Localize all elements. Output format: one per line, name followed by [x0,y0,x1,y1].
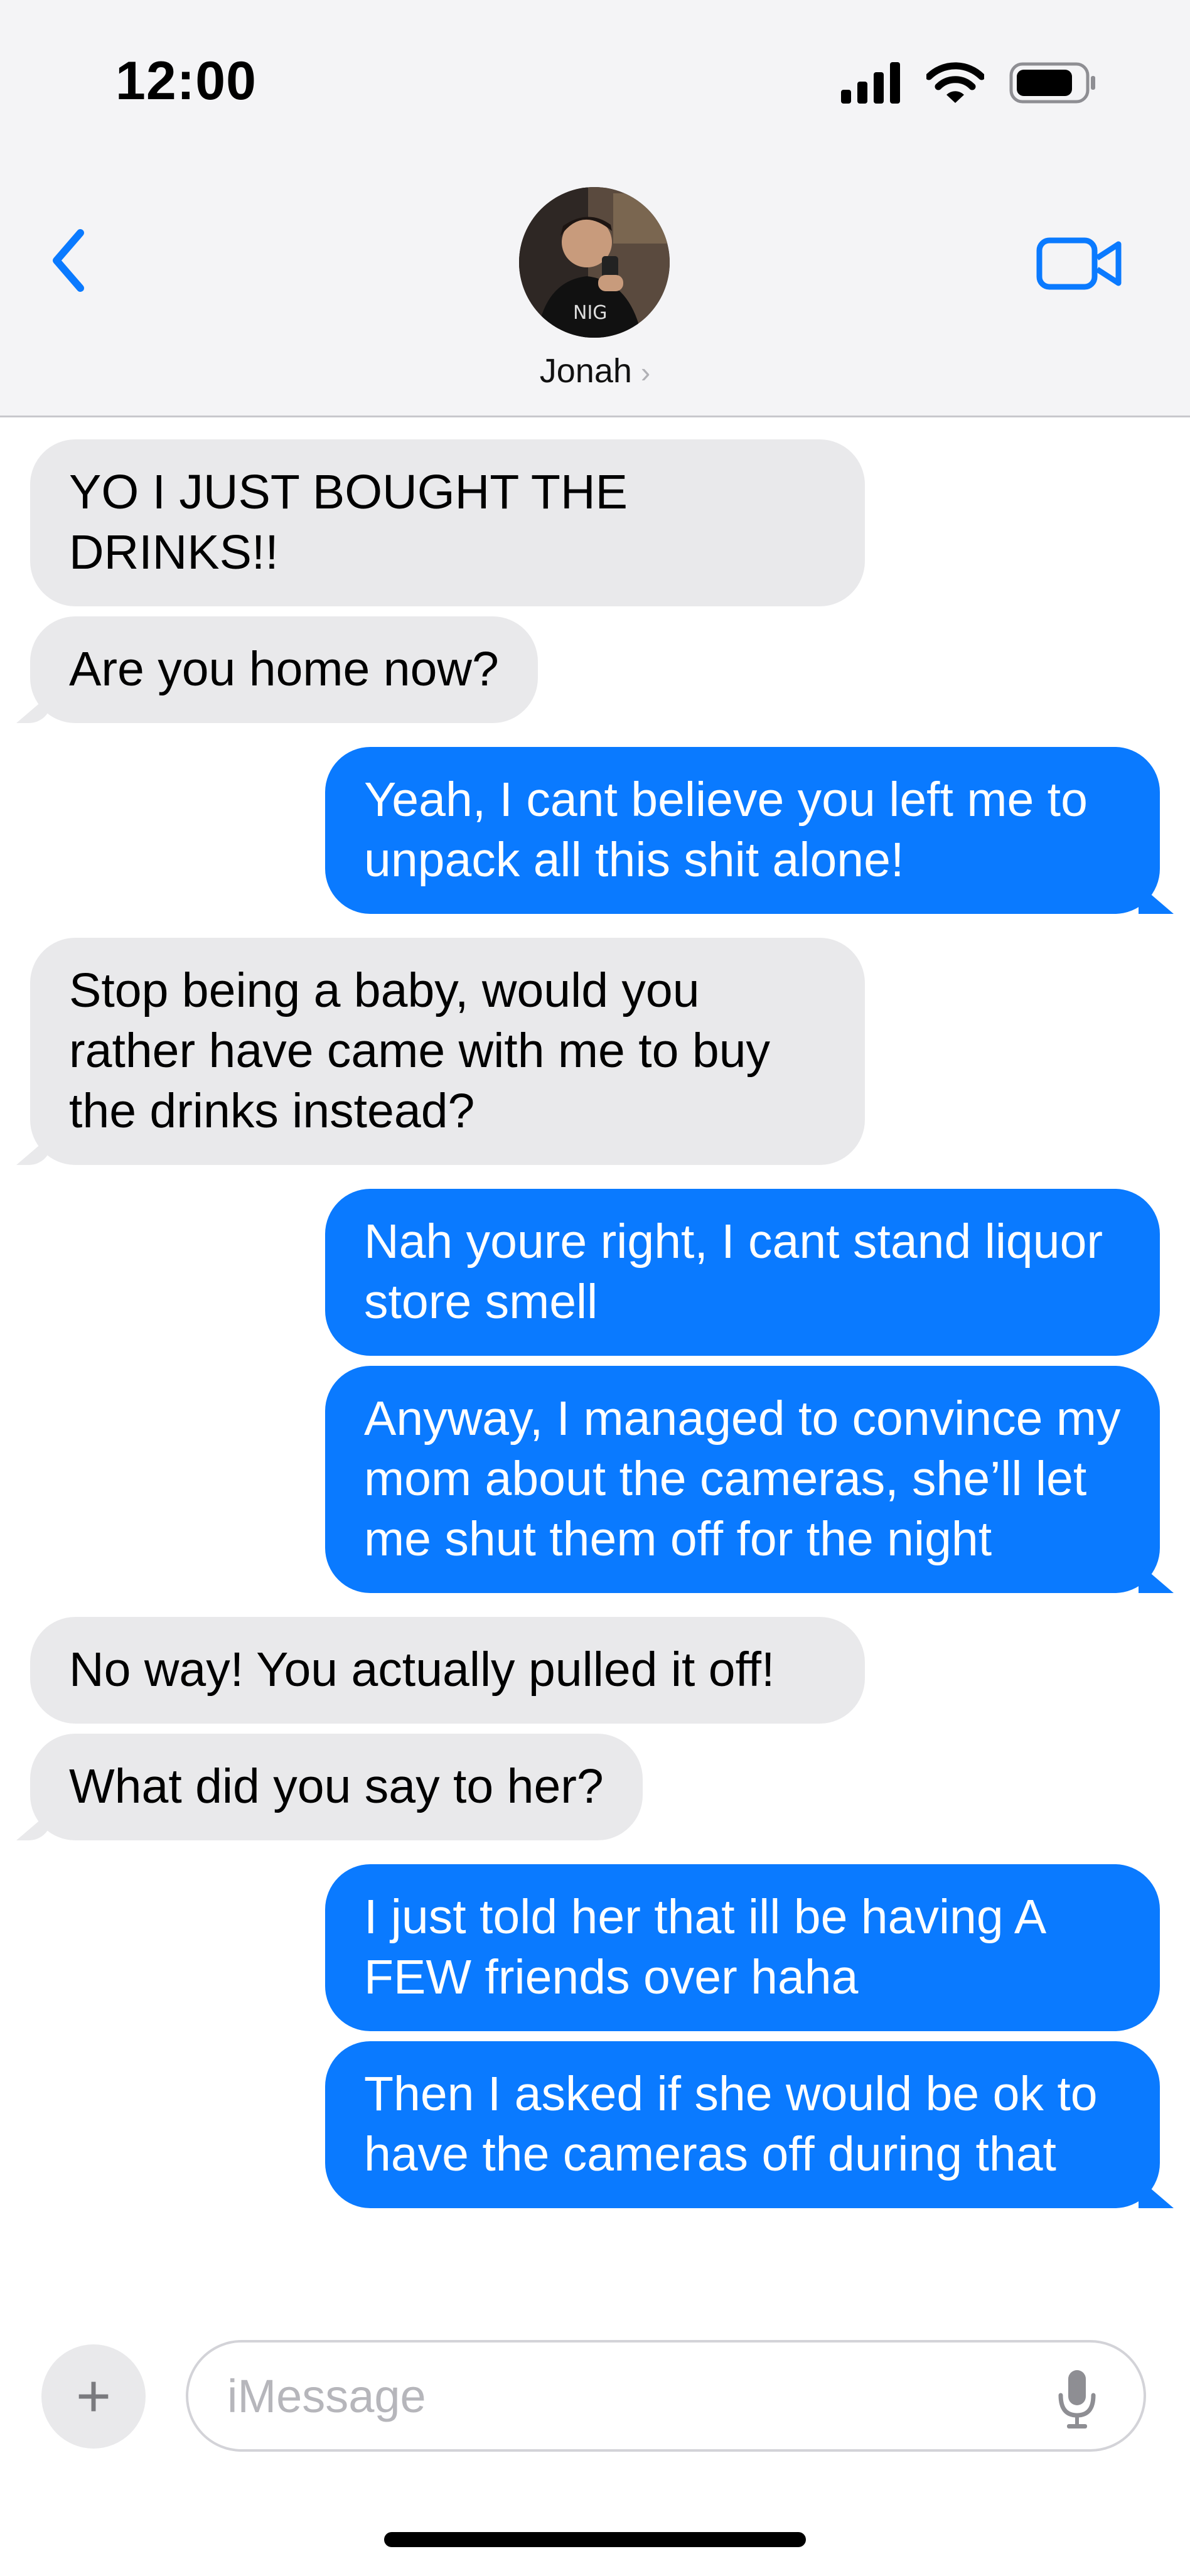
home-indicator [384,2532,806,2547]
message-bubble-outgoing[interactable]: Yeah, I cant believe you left me to unpa… [325,747,1160,914]
message-row-incoming: No way! You actually pulled it off! [0,1617,1190,1724]
message-row-incoming: Stop being a baby, would you rather have… [0,938,1190,1165]
status-icons [841,62,1096,104]
contact-name: Jonah [539,352,632,390]
video-camera-icon[interactable] [1036,235,1123,292]
wifi-icon [926,62,984,103]
battery-icon [1009,62,1095,104]
message-bubble-outgoing[interactable]: Anyway, I managed to convince my mom abo… [325,1366,1160,1593]
cellular-signal-icon [841,62,900,104]
message-row-incoming: Are you home now? [0,616,1190,723]
message-row-outgoing: Yeah, I cant believe you left me to unpa… [0,747,1190,914]
message-input[interactable] [226,2364,1044,2428]
message-row-outgoing: Nah youre right, I cant stand liquor sto… [0,1189,1190,1356]
message-row-outgoing: Anyway, I managed to convince my mom abo… [0,1366,1190,1593]
svg-text:NIG: NIG [573,302,608,324]
message-bubble-incoming[interactable]: What did you say to her? [30,1734,643,1840]
avatar-photo: NIG [519,187,670,338]
message-row-incoming: YO I JUST BOUGHT THE DRINKS!! [0,439,1190,606]
back-chevron-icon[interactable] [44,223,94,298]
message-bubble-incoming[interactable]: No way! You actually pulled it off! [30,1617,865,1724]
contact-name-button[interactable]: Jonah › [0,352,1190,390]
message-bubble-incoming[interactable]: Are you home now? [30,616,538,723]
plus-icon: + [75,2363,112,2430]
conversation-header: 12:00 NIG Jonah › [0,0,1190,417]
message-row-outgoing: Then I asked if she would be ok to have … [0,2041,1190,2208]
chevron-right-icon: › [640,356,651,389]
add-attachment-button[interactable]: + [41,2344,146,2449]
microphone-icon[interactable] [1057,2368,1097,2429]
message-bubble-outgoing[interactable]: Then I asked if she would be ok to have … [325,2041,1160,2208]
message-bubble-outgoing[interactable]: I just told her that ill be having A FEW… [325,1864,1160,2031]
message-list[interactable]: YO I JUST BOUGHT THE DRINKS!! Are you ho… [0,417,1190,2319]
message-input-field[interactable] [186,2340,1146,2452]
message-row-incoming: What did you say to her? [0,1734,1190,1840]
status-time: 12:00 [115,51,257,111]
message-bubble-outgoing[interactable]: Nah youre right, I cant stand liquor sto… [325,1189,1160,1356]
message-bubble-incoming[interactable]: YO I JUST BOUGHT THE DRINKS!! [30,439,865,606]
contact-avatar[interactable]: NIG [519,187,670,338]
message-row-outgoing: I just told her that ill be having A FEW… [0,1864,1190,2031]
message-bubble-incoming[interactable]: Stop being a baby, would you rather have… [30,938,865,1165]
